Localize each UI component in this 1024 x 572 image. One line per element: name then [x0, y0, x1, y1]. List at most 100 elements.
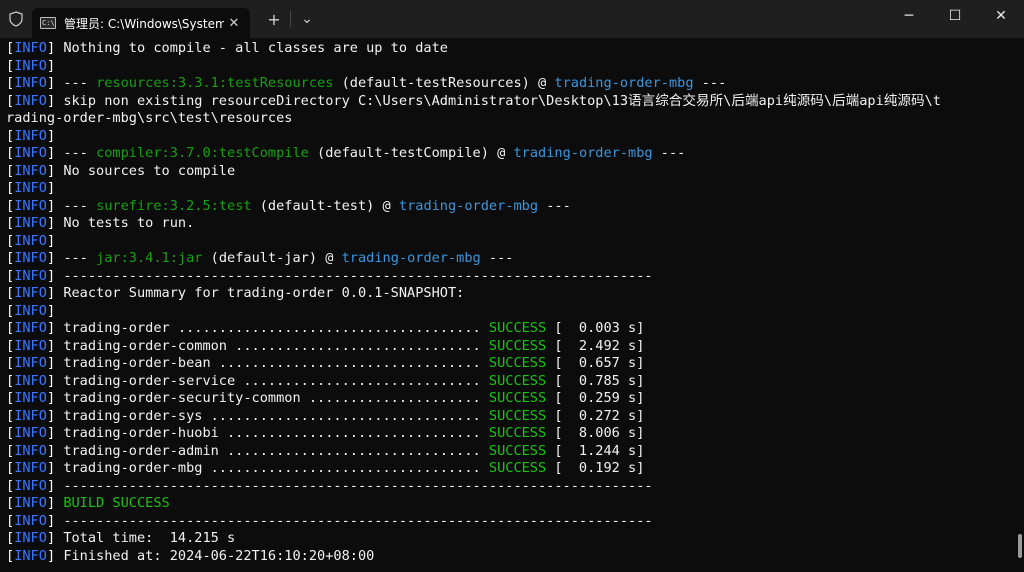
terminal-line: [INFO]: [6, 58, 1010, 76]
terminal-text-segment: [: [6, 127, 15, 144]
terminal-text-segment: [: [6, 442, 15, 459]
terminal-text-segment: SUCCESS: [488, 337, 547, 354]
terminal-text-segment: SUCCESS: [488, 372, 547, 389]
terminal-text-segment: SUCCESS: [488, 442, 547, 459]
terminal-text-segment: ]: [46, 215, 64, 231]
maximize-button[interactable]: ☐: [932, 0, 978, 32]
terminal-text-segment: [: [6, 530, 15, 546]
terminal-text-segment: resources:3.3.1:testResources: [96, 75, 334, 91]
terminal-text-segment: BUILD SUCCESS: [63, 495, 170, 511]
terminal-line: [INFO] ---------------------------------…: [6, 513, 1010, 531]
terminal-text-segment: [: [6, 372, 15, 389]
terminal-text-segment: trading-order-mbg ......................…: [63, 460, 489, 476]
terminal-text-segment: INFO: [14, 197, 47, 214]
terminal-text-segment: INFO: [14, 337, 47, 354]
terminal-text-segment: [: [6, 197, 15, 214]
terminal-text-segment: (default-jar) @: [202, 250, 342, 266]
terminal-line: [INFO] Nothing to compile - all classes …: [6, 40, 1010, 58]
terminal-text-segment: SUCCESS: [488, 320, 547, 336]
terminal-text-segment: trading-order-sys ......................…: [63, 407, 489, 424]
terminal-line: [INFO] --- resources:3.3.1:testResources…: [6, 75, 1010, 93]
scrollbar-thumb[interactable]: [1018, 534, 1022, 558]
terminal-text-segment: [ 0.192 s]: [546, 460, 645, 476]
terminal-text-segment: ]: [46, 390, 64, 406]
close-window-button[interactable]: ✕: [978, 0, 1024, 32]
terminal-text-segment: INFO: [14, 407, 47, 424]
terminal-text-segment: INFO: [14, 495, 47, 511]
terminal-line: [INFO]: [6, 128, 1010, 146]
terminal-line: [INFO] trading-order-admin .............…: [6, 443, 1010, 461]
terminal-text-segment: ----------------------------------------…: [63, 267, 653, 284]
terminal-text-segment: [: [6, 92, 15, 109]
terminal-text-segment: [ 1.244 s]: [546, 442, 645, 459]
terminal-text-segment: ]: [46, 320, 64, 336]
terminal-text-segment: [: [6, 285, 15, 301]
terminal-text-segment: ]: [46, 75, 64, 91]
terminal-text-segment: ]: [46, 477, 64, 494]
terminal-text-segment: ]: [46, 442, 64, 459]
terminal-text-segment: INFO: [14, 232, 47, 249]
terminal-text-segment: ----------------------------------------…: [63, 512, 653, 529]
terminal-text-segment: ]: [46, 250, 64, 266]
terminal-icon: C:\: [40, 17, 56, 29]
terminal-text-segment: ]: [46, 372, 64, 389]
terminal-text-segment: INFO: [14, 250, 47, 266]
terminal-text-segment: No tests to run.: [63, 215, 195, 231]
minimize-button[interactable]: ─: [886, 0, 932, 32]
terminal-text-segment: ]: [46, 127, 56, 144]
terminal-line: [INFO] Total time: 14.215 s: [6, 530, 1010, 548]
dropdown-chevron-icon[interactable]: ⌄: [293, 11, 321, 27]
terminal-text-segment: INFO: [14, 355, 47, 371]
terminal-text-segment: ]: [46, 285, 64, 301]
terminal-text-segment: ---: [480, 250, 514, 266]
terminal-text-segment: (default-testCompile) @: [308, 145, 514, 161]
terminal-text-segment: SUCCESS: [488, 407, 547, 424]
terminal-line: [INFO]: [6, 233, 1010, 251]
terminal-text-segment: ]: [46, 512, 64, 529]
title-bar: C:\ 管理员: C:\Windows\System32 ✕ + ⌄ ─ ☐ ✕: [0, 0, 1024, 38]
terminal-text-segment: surefire:3.2.5:test: [96, 197, 252, 214]
new-tab-button[interactable]: +: [260, 10, 288, 29]
terminal-line: [INFO] --- jar:3.4.1:jar (default-jar) @…: [6, 250, 1010, 268]
window-controls: ─ ☐ ✕: [886, 0, 1024, 32]
close-tab-icon[interactable]: ✕: [226, 16, 242, 31]
terminal-text-segment: skip non existing resourceDirectory C:\U…: [63, 92, 941, 109]
terminal-text-segment: trading-order-service ..................…: [63, 372, 489, 389]
terminal-text-segment: INFO: [14, 75, 47, 91]
terminal-text-segment: [ 0.272 s]: [546, 407, 645, 424]
terminal-text-segment: INFO: [14, 285, 47, 301]
terminal-text-segment: [: [6, 232, 15, 249]
terminal-output[interactable]: [INFO] Nothing to compile - all classes …: [6, 40, 1010, 572]
terminal-text-segment: [: [6, 250, 15, 266]
terminal-text-segment: ]: [46, 495, 64, 511]
terminal-text-segment: INFO: [14, 267, 47, 284]
terminal-line: [INFO] trading-order-security-common ...…: [6, 390, 1010, 408]
terminal-text-segment: ]: [46, 92, 64, 109]
terminal-text-segment: ]: [46, 232, 56, 249]
terminal-text-segment: INFO: [14, 425, 47, 441]
terminal-text-segment: ]: [46, 57, 56, 74]
terminal-line: [INFO] trading-order-huobi .............…: [6, 425, 1010, 443]
terminal-text-segment: Total time: 14.215 s: [63, 530, 236, 546]
terminal-text-segment: INFO: [14, 512, 47, 529]
terminal-text-segment: [: [6, 320, 15, 336]
terminal-text-segment: trading-order-huobi ....................…: [63, 425, 489, 441]
terminal-text-segment: [ 0.259 s]: [546, 390, 645, 406]
terminal-text-segment: trading-order-mbg: [341, 250, 481, 266]
terminal-text-segment: ---: [63, 145, 97, 161]
terminal-text-segment: ---: [693, 75, 727, 91]
terminal-text-segment: [ 8.006 s]: [546, 425, 645, 441]
terminal-line: [INFO] trading-order-service ...........…: [6, 373, 1010, 391]
terminal-text-segment: [: [6, 512, 15, 529]
terminal-text-segment: INFO: [14, 547, 47, 564]
terminal-text-segment: [ 0.003 s]: [546, 320, 645, 336]
terminal-text-segment: [: [6, 215, 15, 231]
terminal-text-segment: Reactor Summary for trading-order 0.0.1-…: [63, 285, 465, 301]
terminal-text-segment: No sources to compile: [63, 162, 236, 179]
terminal-text-segment: [: [6, 337, 15, 354]
terminal-text-segment: ---: [63, 250, 97, 266]
terminal-text-segment: INFO: [14, 460, 47, 476]
tab-terminal[interactable]: C:\ 管理员: C:\Windows\System32 ✕: [32, 8, 250, 38]
terminal-text-segment: INFO: [14, 145, 47, 161]
terminal-text-segment: trading-order-security-common ..........…: [63, 390, 489, 406]
